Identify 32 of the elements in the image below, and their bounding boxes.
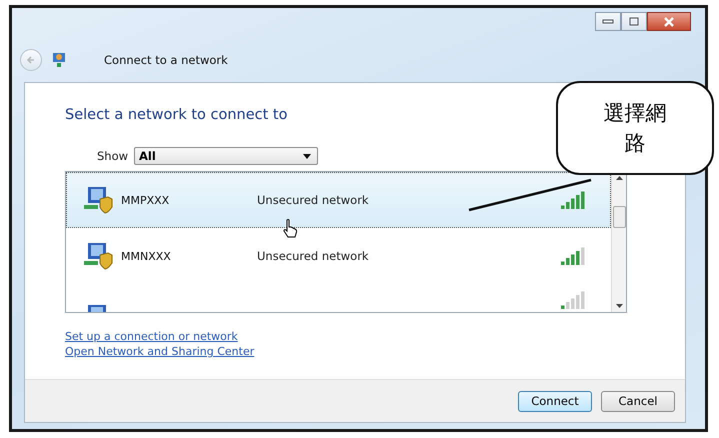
maximize-button[interactable]	[621, 12, 647, 31]
network-shield-icon	[83, 185, 113, 215]
network-row[interactable]: MMPXXX Unsecured network	[66, 172, 611, 228]
security-status: Unsecured network	[257, 193, 369, 207]
hand-cursor-icon	[282, 219, 298, 239]
network-name: MMNXXX	[121, 250, 171, 262]
minimize-icon	[602, 18, 614, 24]
network-row[interactable]: MMNXXX Unsecured network	[66, 228, 611, 284]
close-button[interactable]	[647, 12, 691, 31]
minimize-button[interactable]	[595, 12, 621, 31]
signal-strength-icon	[561, 191, 585, 209]
scroll-up-arrow-icon[interactable]	[616, 176, 622, 180]
back-arrow-icon	[26, 55, 36, 65]
window-title: Connect to a network	[104, 53, 228, 67]
network-shield-icon	[83, 241, 113, 271]
scrollbar-thumb[interactable]	[612, 206, 626, 228]
dropdown-caret-icon	[303, 154, 312, 158]
show-dropdown[interactable]: All	[134, 147, 318, 165]
link[interactable]: Open Network and Sharing Center	[65, 344, 254, 359]
connect-button[interactable]: Connect	[518, 390, 592, 412]
close-icon	[663, 16, 675, 26]
security-status: Unsecured network	[257, 249, 369, 263]
callout-text: 選擇網路	[602, 100, 668, 157]
dialog-heading: Select a network to connect to	[65, 106, 288, 125]
signal-strength-icon	[561, 247, 585, 265]
signal-strength-icon	[561, 291, 585, 309]
link[interactable]: Set up a connection or network	[65, 329, 238, 344]
maximize-icon	[629, 17, 639, 26]
scroll-down-arrow-icon[interactable]	[616, 304, 622, 308]
show-label: Show	[97, 149, 128, 163]
network-name: MMPXXX	[121, 194, 170, 206]
cancel-button[interactable]: Cancel	[601, 390, 675, 412]
